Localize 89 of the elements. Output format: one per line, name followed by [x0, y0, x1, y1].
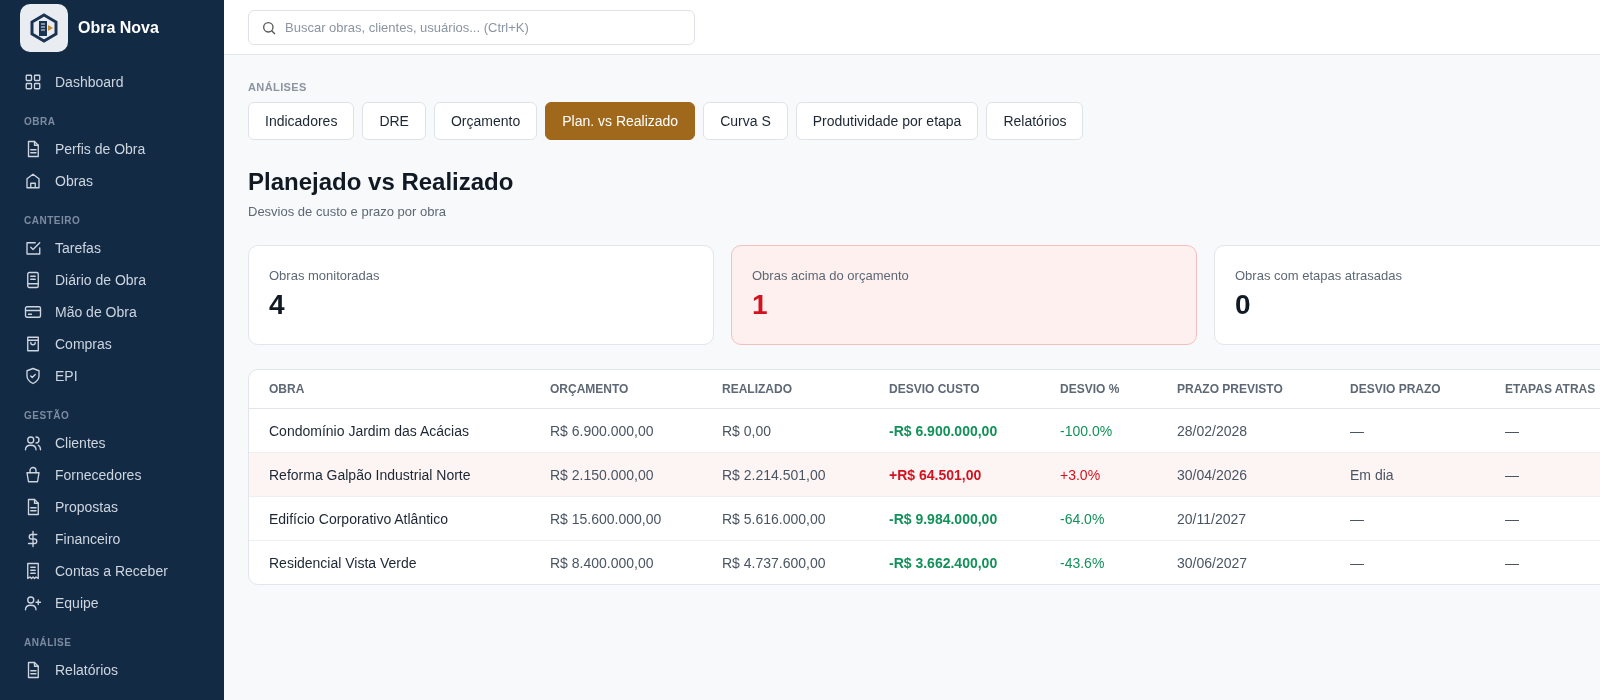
sidebar-section-title: CANTEIRO	[23, 214, 82, 228]
sidebar-item[interactable]: Clientes	[0, 427, 224, 459]
table-cell: -R$ 3.662.400,00	[889, 540, 1060, 584]
tab[interactable]: DRE	[362, 102, 426, 140]
sidebar-item[interactable]: Diário de Obra	[0, 264, 224, 296]
table-cell: —	[1505, 540, 1600, 584]
column-header: DESVIO CUSTO	[889, 370, 1060, 409]
sidebar-section-title: GESTÃO	[23, 408, 71, 423]
tab[interactable]: Relatórios	[986, 102, 1084, 140]
table-cell: R$ 0,00	[722, 408, 889, 453]
table-cell: -100.0%	[1060, 408, 1177, 453]
sidebar-item[interactable]: Tarefas	[0, 232, 224, 264]
table-cell: R$ 15.600.000,00	[550, 496, 722, 541]
table-cell: R$ 2.150.000,00	[550, 452, 722, 497]
table-cell: 28/02/2028	[1177, 408, 1350, 453]
table-cell: —	[1350, 540, 1505, 584]
table-cell: +R$ 64.501,00	[889, 452, 1060, 497]
building-icon	[24, 172, 42, 190]
stat-value: 4	[269, 289, 286, 321]
notebook-icon	[24, 271, 42, 289]
sidebar-item[interactable]: Compras	[0, 328, 224, 360]
column-header: OBRA	[249, 370, 550, 409]
table-cell: —	[1505, 452, 1600, 497]
tab[interactable]: Orçamento	[433, 102, 538, 140]
stat-label: Obras acima do orçamento	[752, 268, 910, 283]
table-cell: —	[1350, 496, 1505, 541]
table-cell: Residencial Vista Verde	[249, 540, 550, 584]
column-header: DESVIO PRAZO	[1350, 370, 1505, 409]
table-cell: R$ 8.400.000,00	[550, 540, 722, 584]
column-header: ORÇAMENTO	[550, 370, 722, 409]
table-cell: Em dia	[1350, 452, 1505, 497]
logo-icon	[20, 4, 68, 52]
table-cell: 20/11/2027	[1177, 496, 1350, 541]
section-label: ANÁLISES	[248, 81, 308, 93]
sidebar-item[interactable]: Mão de Obra	[0, 296, 224, 328]
page-title: Planejado vs Realizado	[248, 168, 515, 196]
tab[interactable]: Plan. vs Realizado	[545, 102, 696, 140]
tab[interactable]: Indicadores	[248, 102, 355, 140]
table-cell: Reforma Galpão Industrial Norte	[249, 452, 550, 497]
table-cell: Edifício Corporativo Atlântico	[249, 496, 550, 541]
table-cell: R$ 5.616.000,00	[722, 496, 889, 541]
sidebar-item[interactable]: Equipe	[0, 587, 224, 619]
sidebar-section-title: OBRA	[23, 115, 57, 129]
users-icon	[24, 434, 42, 452]
brand-name: Obra Nova	[78, 19, 159, 37]
table-cell: 30/06/2027	[1177, 540, 1350, 584]
tab[interactable]: Curva S	[703, 102, 788, 140]
bag-icon	[24, 335, 42, 353]
stat-label: Obras monitoradas	[269, 268, 381, 283]
table-cell: —	[1505, 496, 1600, 541]
shield-icon	[24, 367, 42, 385]
table-cell: -43.6%	[1060, 540, 1177, 584]
page-subtitle: Desvios de custo e prazo por obra	[248, 204, 447, 219]
stat-label: Obras com etapas atrasadas	[1235, 268, 1403, 283]
grid-icon	[24, 73, 42, 91]
basket-icon	[24, 466, 42, 484]
sidebar-item[interactable]: Dashboard	[0, 66, 224, 98]
table-cell: —	[1505, 408, 1600, 453]
sidebar-item[interactable]: Perfis de Obra	[0, 133, 224, 165]
table-cell: R$ 4.737.600,00	[722, 540, 889, 584]
table-cell: 30/04/2026	[1177, 452, 1350, 497]
sidebar-item[interactable]: Fornecedores	[0, 459, 224, 491]
sidebar-item[interactable]: Propostas	[0, 491, 224, 523]
sidebar-item[interactable]: Financeiro	[0, 523, 224, 555]
column-header: DESVIO %	[1060, 370, 1177, 409]
table-cell: -64.0%	[1060, 496, 1177, 541]
card-icon	[24, 303, 42, 321]
column-header: ETAPAS ATRAS	[1505, 370, 1600, 409]
sidebar-section-title: ANÁLISE	[23, 635, 73, 650]
table-cell: +3.0%	[1060, 452, 1177, 497]
receipt-icon	[24, 562, 42, 580]
column-header: REALIZADO	[722, 370, 889, 409]
sidebar-item[interactable]: Relatórios	[0, 654, 224, 686]
stat-value: 1	[752, 289, 769, 321]
sidebar-item[interactable]: Obras	[0, 165, 224, 197]
table-cell: -R$ 9.984.000,00	[889, 496, 1060, 541]
tab[interactable]: Produtividade por etapa	[795, 102, 979, 140]
checkbox-icon	[24, 239, 42, 257]
column-header: PRAZO PREVISTO	[1177, 370, 1350, 409]
user-plus-icon	[24, 594, 42, 612]
table-cell: R$ 2.214.501,00	[722, 452, 889, 497]
table-cell: R$ 6.900.000,00	[550, 408, 722, 453]
search-field[interactable]: Buscar obras, clientes, usuários... (Ctrl+K)	[248, 9, 695, 45]
sidebar-item[interactable]: Contas a Receber	[0, 555, 224, 587]
table-cell: -R$ 6.900.000,00	[889, 408, 1060, 453]
table-cell: Condomínio Jardim das Acácias	[249, 408, 550, 453]
table-cell: —	[1350, 408, 1505, 453]
sidebar-item[interactable]: EPI	[0, 360, 224, 392]
stat-value: 0	[1235, 289, 1252, 321]
